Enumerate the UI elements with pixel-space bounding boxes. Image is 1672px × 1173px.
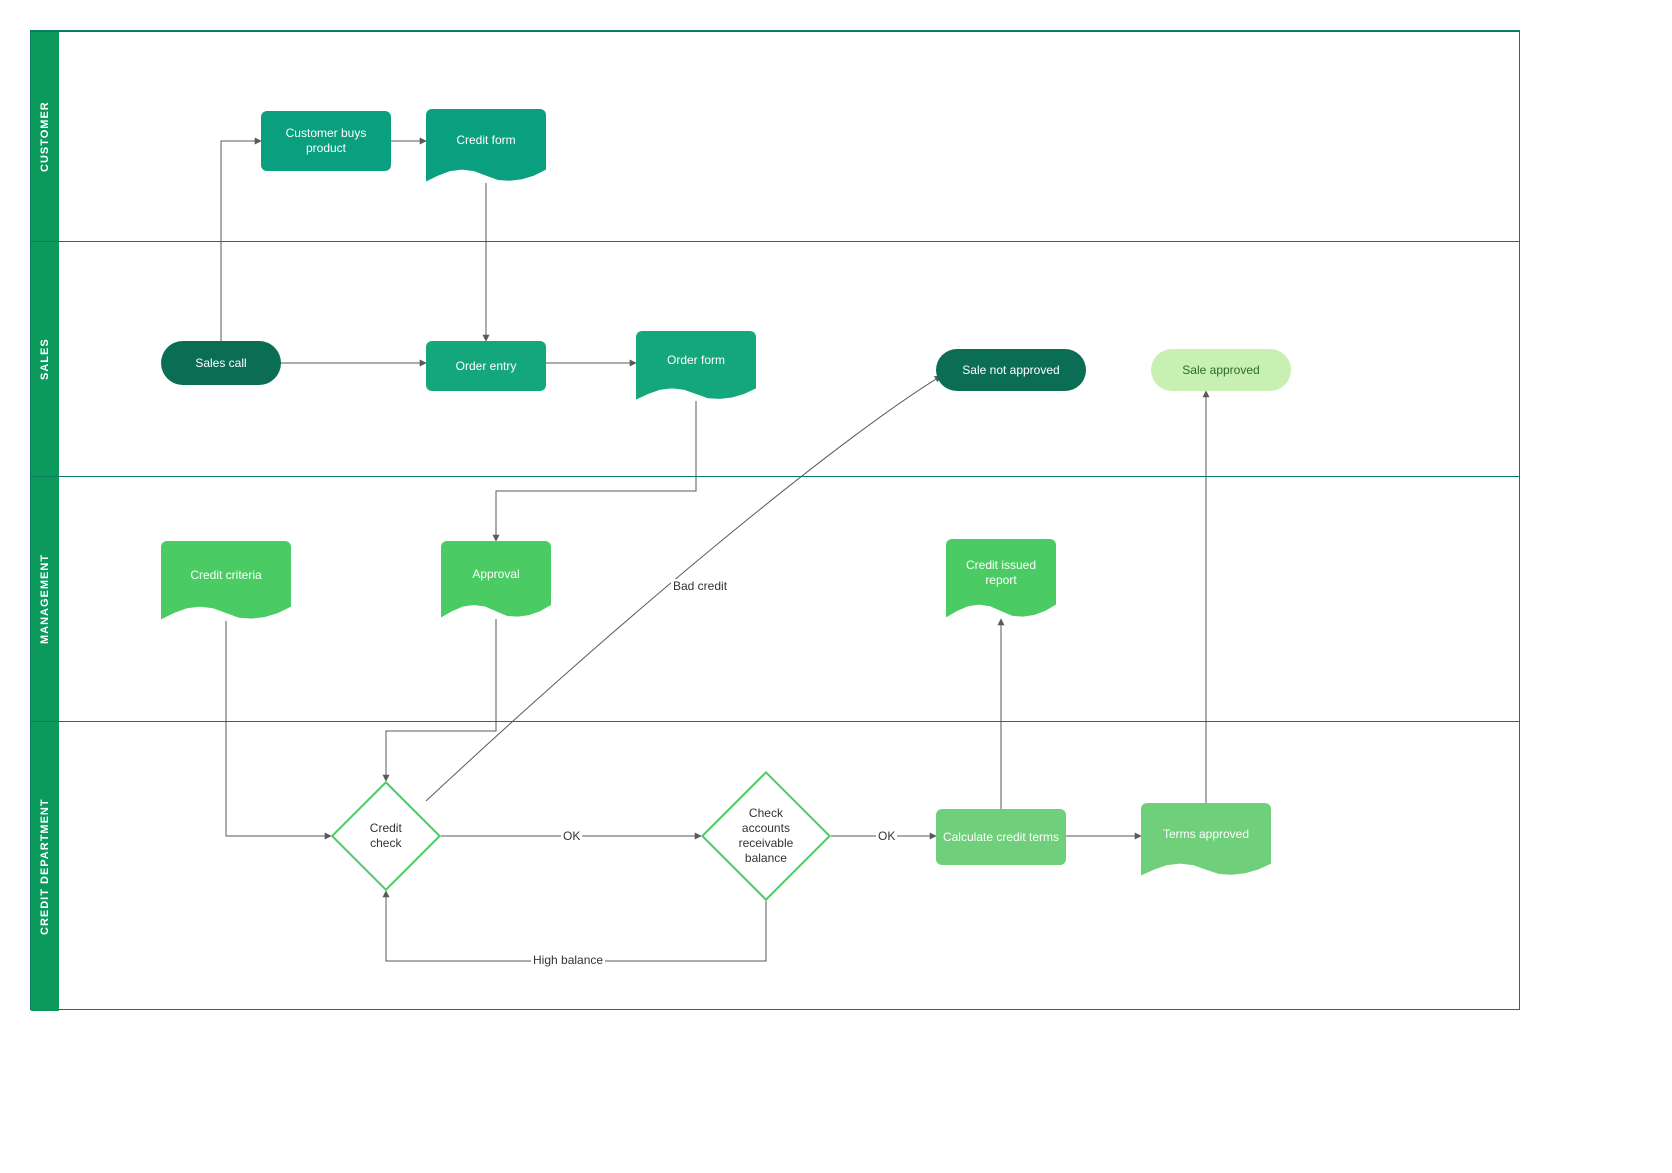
lane-sales-label: SALES — [31, 242, 59, 476]
node-customer_buys-label: Customer buys product — [267, 126, 385, 156]
node-credit_issued_report[interactable]: Credit issued report — [946, 539, 1056, 619]
node-approval[interactable]: Approval — [441, 541, 551, 619]
edge-label-credit_check-to-sale_not_approved: Bad credit — [671, 579, 729, 593]
node-ar_balance-label: Check accounts receivable balance — [728, 802, 804, 870]
edge-label-credit_check-to-ar_balance: OK — [561, 829, 582, 843]
edge-label-ar_balance-to-credit_check: High balance — [531, 953, 605, 967]
node-sale_not_approved[interactable]: Sale not approved — [936, 349, 1086, 391]
lane-customer: CUSTOMER — [31, 31, 1519, 241]
node-sale_not_approved-label: Sale not approved — [962, 363, 1059, 378]
node-order_entry[interactable]: Order entry — [426, 341, 546, 391]
node-sale_approved-label: Sale approved — [1182, 363, 1259, 378]
node-calc_terms[interactable]: Calculate credit terms — [936, 809, 1066, 865]
node-order_entry-label: Order entry — [456, 359, 517, 374]
node-order_form-label: Order form — [667, 353, 725, 368]
node-customer_buys[interactable]: Customer buys product — [261, 111, 391, 171]
node-approval-label: Approval — [472, 567, 519, 582]
edge-label-ar_balance-to-calc_terms: OK — [876, 829, 897, 843]
lane-credit-department-label: CREDIT DEPARTMENT — [31, 722, 59, 1011]
lane-customer-label: CUSTOMER — [31, 32, 59, 241]
lane-management-label: MANAGEMENT — [31, 477, 59, 721]
node-sale_approved[interactable]: Sale approved — [1151, 349, 1291, 391]
node-credit_criteria[interactable]: Credit criteria — [161, 541, 291, 621]
swimlane-diagram: CUSTOMER SALES MANAGEMENT CREDIT DEPARTM… — [30, 30, 1520, 1010]
node-order_form[interactable]: Order form — [636, 331, 756, 401]
node-credit_issued_report-label: Credit issued report — [952, 558, 1050, 588]
node-credit_criteria-label: Credit criteria — [190, 568, 261, 583]
node-sales_call[interactable]: Sales call — [161, 341, 281, 385]
node-sales_call-label: Sales call — [195, 356, 246, 371]
node-terms_approved-label: Terms approved — [1163, 827, 1249, 842]
node-credit_form[interactable]: Credit form — [426, 109, 546, 183]
node-credit_form-label: Credit form — [456, 133, 515, 148]
node-terms_approved[interactable]: Terms approved — [1141, 803, 1271, 877]
node-calc_terms-label: Calculate credit terms — [943, 830, 1059, 845]
node-credit_check-label: Credit check — [355, 817, 417, 855]
